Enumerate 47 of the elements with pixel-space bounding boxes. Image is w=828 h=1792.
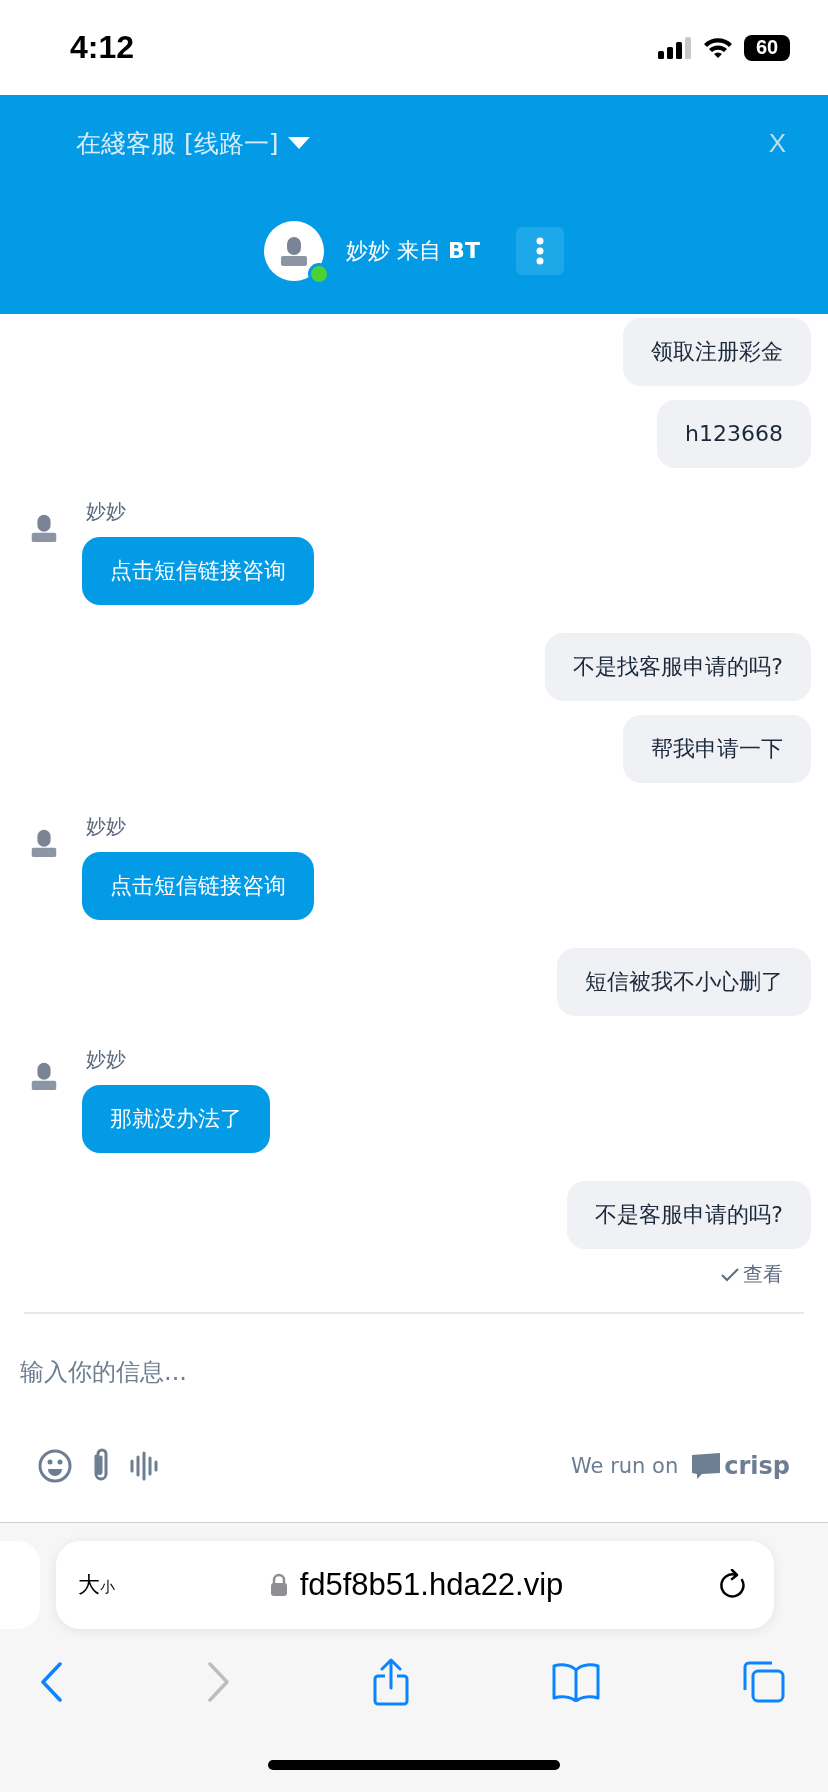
address-bar[interactable]: 大小 fd5f8b51.hda22.vip <box>56 1541 774 1629</box>
forward-icon <box>206 1662 230 1702</box>
status-time: 4:12 <box>70 29 135 66</box>
url-text: fd5f8b51.hda22.vip <box>299 1567 564 1603</box>
signal-icon <box>658 36 692 59</box>
tabs-button[interactable] <box>742 1660 786 1704</box>
channel-dropdown[interactable]: 在綫客服 [线路一] <box>76 126 311 160</box>
back-icon <box>40 1662 64 1702</box>
bookmarks-button[interactable] <box>552 1662 600 1702</box>
message-input[interactable]: 输入你的信息... <box>20 1354 808 1390</box>
forward-button[interactable] <box>206 1662 230 1702</box>
check-icon <box>721 1267 739 1282</box>
agent-message: 点击短信链接咨询 <box>82 852 314 920</box>
message-author: 妙妙 <box>86 813 126 840</box>
share-icon <box>372 1658 410 1706</box>
more-button[interactable] <box>515 227 564 275</box>
text-size-button[interactable]: 大小 <box>78 1570 115 1600</box>
user-message: 领取注册彩金 <box>623 318 811 386</box>
book-icon <box>552 1662 600 1702</box>
agent-message: 那就没办法了 <box>82 1085 270 1153</box>
caret-icon <box>288 137 311 149</box>
battery-icon: 60 <box>744 34 790 61</box>
share-button[interactable] <box>372 1658 410 1706</box>
agent-name: 妙妙 来自 BT <box>346 237 480 265</box>
user-message: 短信被我不小心删了 <box>557 948 811 1016</box>
agent-message: 点击短信链接咨询 <box>82 537 314 605</box>
receipt-text: 查看 <box>743 1261 783 1288</box>
brand-link[interactable]: crisp <box>692 1452 790 1480</box>
smiley-icon <box>38 1449 72 1483</box>
back-button[interactable] <box>40 1662 64 1702</box>
more-icon <box>535 237 544 265</box>
user-message: 帮我申请一下 <box>623 715 811 783</box>
wifi-icon <box>702 35 734 60</box>
tabs-icon <box>742 1660 786 1704</box>
emoji-button[interactable] <box>38 1449 72 1483</box>
lock-icon <box>269 1573 288 1597</box>
waveform-icon <box>130 1451 160 1481</box>
user-message: 不是找客服申请的吗? <box>545 633 811 701</box>
branding-text: We run on <box>571 1454 679 1478</box>
chat-bubble-icon <box>692 1453 721 1479</box>
user-message: h123668 <box>657 400 811 468</box>
message-author: 妙妙 <box>86 498 126 525</box>
close-button[interactable]: X <box>768 127 786 159</box>
user-message: 不是客服申请的吗? <box>567 1181 811 1249</box>
voice-button[interactable] <box>130 1451 160 1481</box>
reload-icon[interactable] <box>718 1569 748 1601</box>
message-author: 妙妙 <box>86 1046 126 1073</box>
